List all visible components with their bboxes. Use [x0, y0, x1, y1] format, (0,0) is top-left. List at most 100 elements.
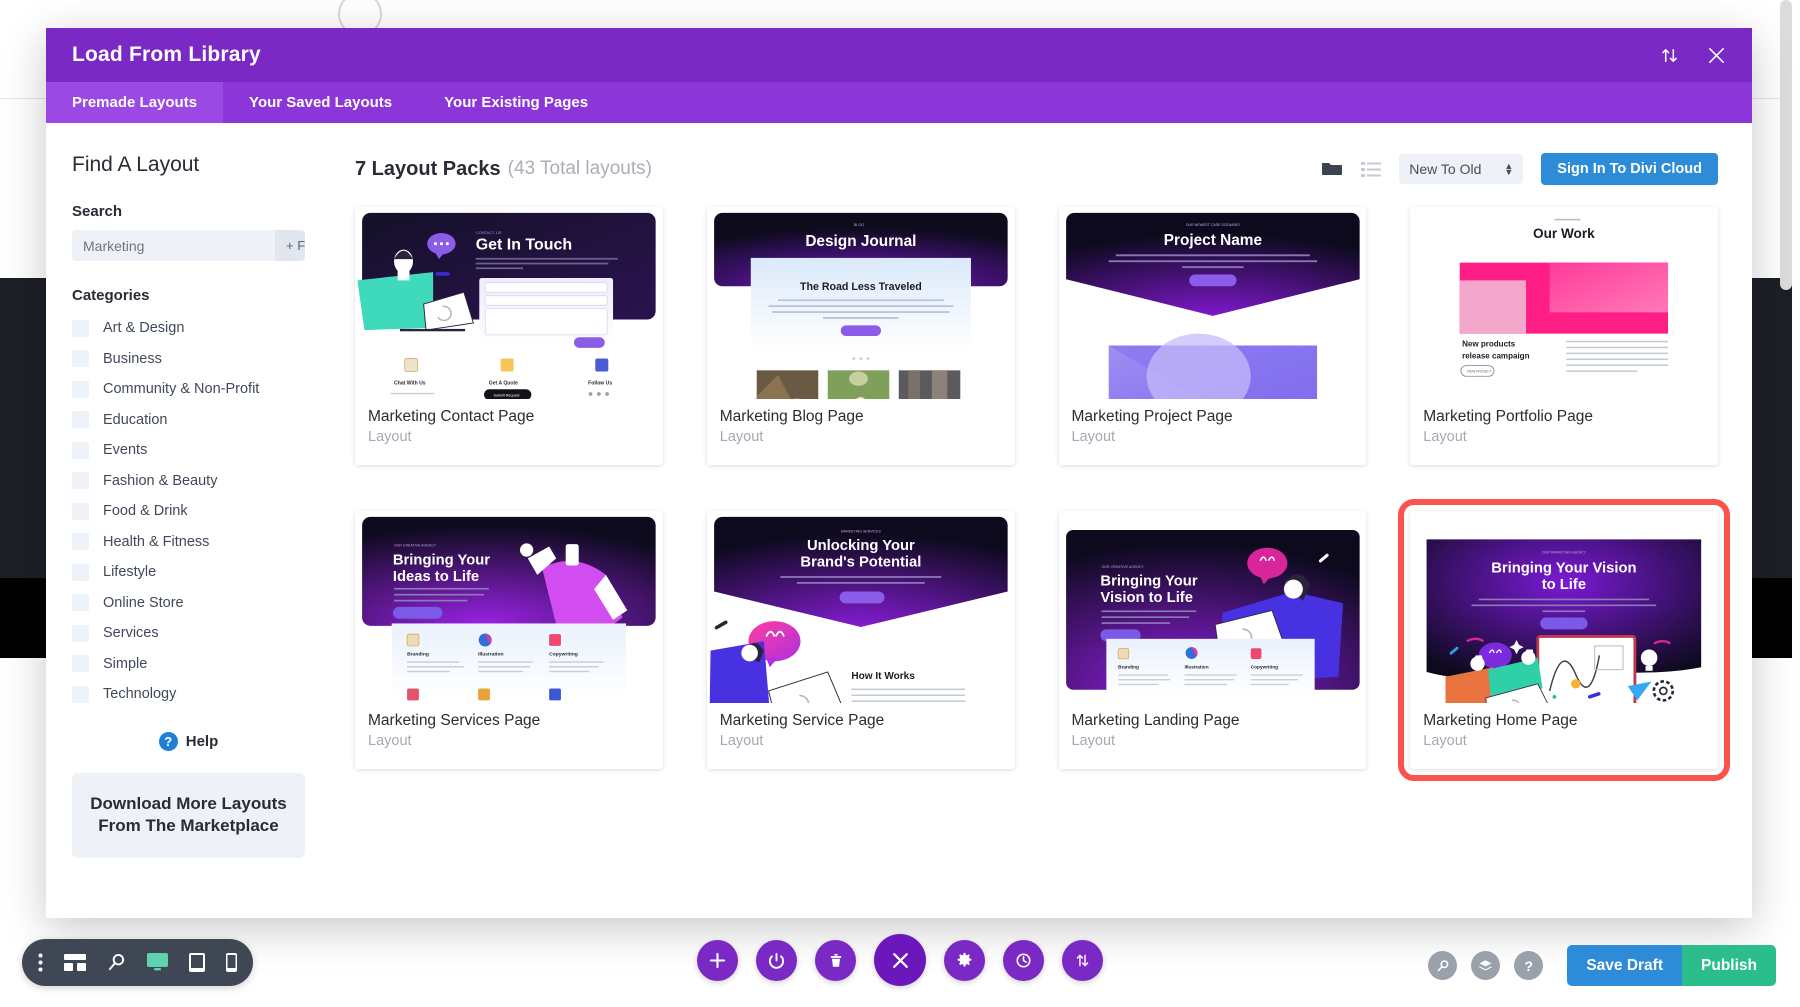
layout-card-marketing-portfolio-page[interactable]: Our Work New products release campaign V…: [1410, 207, 1718, 465]
svg-text:Our Work: Our Work: [1533, 226, 1595, 241]
category-services[interactable]: Services: [72, 618, 305, 649]
svg-text:Copywriting: Copywriting: [549, 651, 578, 657]
category-education[interactable]: Education: [72, 405, 305, 436]
mobile-icon[interactable]: [226, 953, 237, 972]
layout-title: Marketing Home Page: [1423, 712, 1578, 729]
layout-thumbnail: Our Work New products release campaign V…: [1410, 207, 1718, 399]
category-label: Online Store: [103, 594, 184, 611]
category-label: Fashion & Beauty: [103, 472, 218, 489]
sort-icon[interactable]: [1062, 939, 1103, 981]
category-technology[interactable]: Technology: [72, 679, 305, 710]
category-food-drink[interactable]: Food & Drink: [72, 496, 305, 527]
layout-card-marketing-blog-page[interactable]: BLOG Design Journal The Road Less Travel…: [706, 207, 1015, 465]
close-icon[interactable]: [1707, 46, 1726, 65]
tablet-icon[interactable]: [189, 953, 205, 972]
layout-card-marketing-home-page[interactable]: OUR MARKETING AGENCY Bringing Your Visio…: [1398, 499, 1730, 781]
power-icon[interactable]: [756, 939, 797, 981]
svg-text:Branding: Branding: [407, 651, 429, 657]
layers-icon[interactable]: [1471, 951, 1501, 980]
desktop-icon[interactable]: [147, 953, 168, 972]
layout-card-meta: Marketing Service Page Layout: [707, 703, 1015, 749]
add-icon[interactable]: [697, 939, 738, 981]
sign-in-to-divi-cloud-button[interactable]: Sign In To Divi Cloud: [1541, 153, 1718, 185]
layout-card-marketing-project-page[interactable]: OUR NEWEST CASE SCENARIO Project Name Ma…: [1058, 207, 1367, 465]
category-online-store[interactable]: Online Store: [72, 588, 305, 619]
save-draft-button[interactable]: Save Draft: [1567, 945, 1683, 986]
wireframe-icon[interactable]: [64, 954, 86, 971]
download-more-layouts-panel[interactable]: Download More Layouts From The Marketpla…: [72, 772, 305, 859]
category-lifestyle[interactable]: Lifestyle: [72, 557, 305, 588]
checkbox-icon[interactable]: [72, 655, 89, 673]
svg-text:CONTACT US: CONTACT US: [476, 230, 502, 235]
checkbox-icon[interactable]: [72, 533, 89, 551]
category-business[interactable]: Business: [72, 344, 305, 375]
sort-icon[interactable]: [1660, 46, 1679, 65]
help-label: Help: [185, 732, 219, 750]
category-art-design[interactable]: Art & Design: [72, 313, 305, 344]
checkbox-icon[interactable]: [72, 563, 89, 581]
tab-your-existing-pages[interactable]: Your Existing Pages: [418, 82, 614, 123]
folder-view-icon[interactable]: [1321, 160, 1343, 178]
layout-subtitle: Layout: [719, 429, 764, 445]
checkbox-icon[interactable]: [72, 594, 89, 612]
checkbox-icon[interactable]: [72, 350, 89, 368]
tab-your-saved-layouts[interactable]: Your Saved Layouts: [223, 82, 418, 123]
gear-icon[interactable]: [944, 939, 985, 981]
page-right-edge: [1792, 0, 1800, 1007]
save-publish-group: Save Draft Publish: [1567, 945, 1776, 986]
layout-thumbnail: MARKETING SERVICES Unlocking Your Brand'…: [706, 511, 1015, 703]
history-icon[interactable]: [1003, 939, 1044, 981]
checkbox-icon[interactable]: [72, 380, 89, 398]
category-fashion-beauty[interactable]: Fashion & Beauty: [72, 466, 305, 497]
layout-card-marketing-contact-page[interactable]: CONTACT US Get In Touch Chat With Us Get…: [355, 207, 663, 465]
modal-title: Load From Library: [72, 43, 261, 66]
layout-card-marketing-services-page[interactable]: OUR CREATIVE AGENCY Bringing Your Ideas …: [355, 511, 663, 769]
checkbox-icon[interactable]: [72, 441, 89, 459]
categories-label: Categories: [72, 287, 150, 304]
zoom-icon[interactable]: [107, 953, 126, 972]
more-vertical-icon[interactable]: [38, 953, 43, 972]
svg-text:Get A Quote: Get A Quote: [489, 381, 518, 387]
page-scrollbar[interactable]: [1780, 0, 1792, 290]
publish-button[interactable]: Publish: [1682, 945, 1776, 986]
category-events[interactable]: Events: [72, 435, 305, 466]
svg-text:BLOG: BLOG: [854, 223, 865, 227]
svg-text:Bringing Your: Bringing Your: [393, 552, 490, 568]
svg-text:New products: New products: [1462, 340, 1516, 349]
category-label: Food & Drink: [103, 503, 188, 520]
content-area: 7 Layout Packs (43 Total layouts) New To…: [331, 123, 1752, 918]
category-community-non-profit[interactable]: Community & Non-Profit: [72, 374, 305, 405]
search-icon[interactable]: [1428, 951, 1458, 980]
checkbox-icon[interactable]: [72, 624, 89, 642]
categories-list: Art & Design Business Community & Non-Pr…: [72, 313, 305, 710]
tab-premade-layouts[interactable]: Premade Layouts: [46, 82, 224, 123]
layout-card-meta: Marketing Home Page Layout: [1410, 703, 1718, 749]
help-icon[interactable]: ?: [1514, 951, 1544, 980]
category-label: Education: [103, 411, 168, 428]
checkbox-icon[interactable]: [72, 472, 89, 490]
modal-tabs: Premade Layouts Your Saved Layouts Your …: [46, 82, 1752, 123]
layout-card-marketing-landing-page[interactable]: OUR CREATIVE AGENCY Bringing Your Vision…: [1058, 511, 1367, 769]
checkbox-icon[interactable]: [72, 502, 89, 520]
layout-packs-count: 7 Layout Packs: [355, 157, 501, 180]
modal-header: Load From Library: [46, 28, 1752, 82]
search-input[interactable]: [72, 230, 275, 261]
svg-text:MARKETING SERVICES: MARKETING SERVICES: [841, 529, 882, 533]
close-icon[interactable]: [874, 934, 926, 986]
layout-card-marketing-service-page[interactable]: MARKETING SERVICES Unlocking Your Brand'…: [706, 511, 1015, 769]
checkbox-icon[interactable]: [72, 685, 89, 703]
layout-packs-total: (43 Total layouts): [507, 158, 652, 179]
category-label: Events: [103, 442, 148, 459]
checkbox-icon[interactable]: [72, 411, 89, 429]
category-simple[interactable]: Simple: [72, 649, 305, 680]
filter-button[interactable]: + Filter: [275, 230, 305, 261]
layouts-grid-wrapper: CONTACT US Get In Touch Chat With Us Get…: [331, 185, 1752, 918]
sort-select[interactable]: New To Old ▲ ▼: [1399, 154, 1524, 184]
category-label: Business: [103, 350, 162, 367]
layouts-grid: CONTACT US Get In Touch Chat With Us Get…: [355, 207, 1730, 781]
list-view-icon[interactable]: [1361, 161, 1382, 178]
trash-icon[interactable]: [815, 939, 856, 981]
help-link[interactable]: ? Help: [72, 731, 305, 751]
checkbox-icon[interactable]: [72, 319, 89, 337]
category-health-fitness[interactable]: Health & Fitness: [72, 527, 305, 558]
